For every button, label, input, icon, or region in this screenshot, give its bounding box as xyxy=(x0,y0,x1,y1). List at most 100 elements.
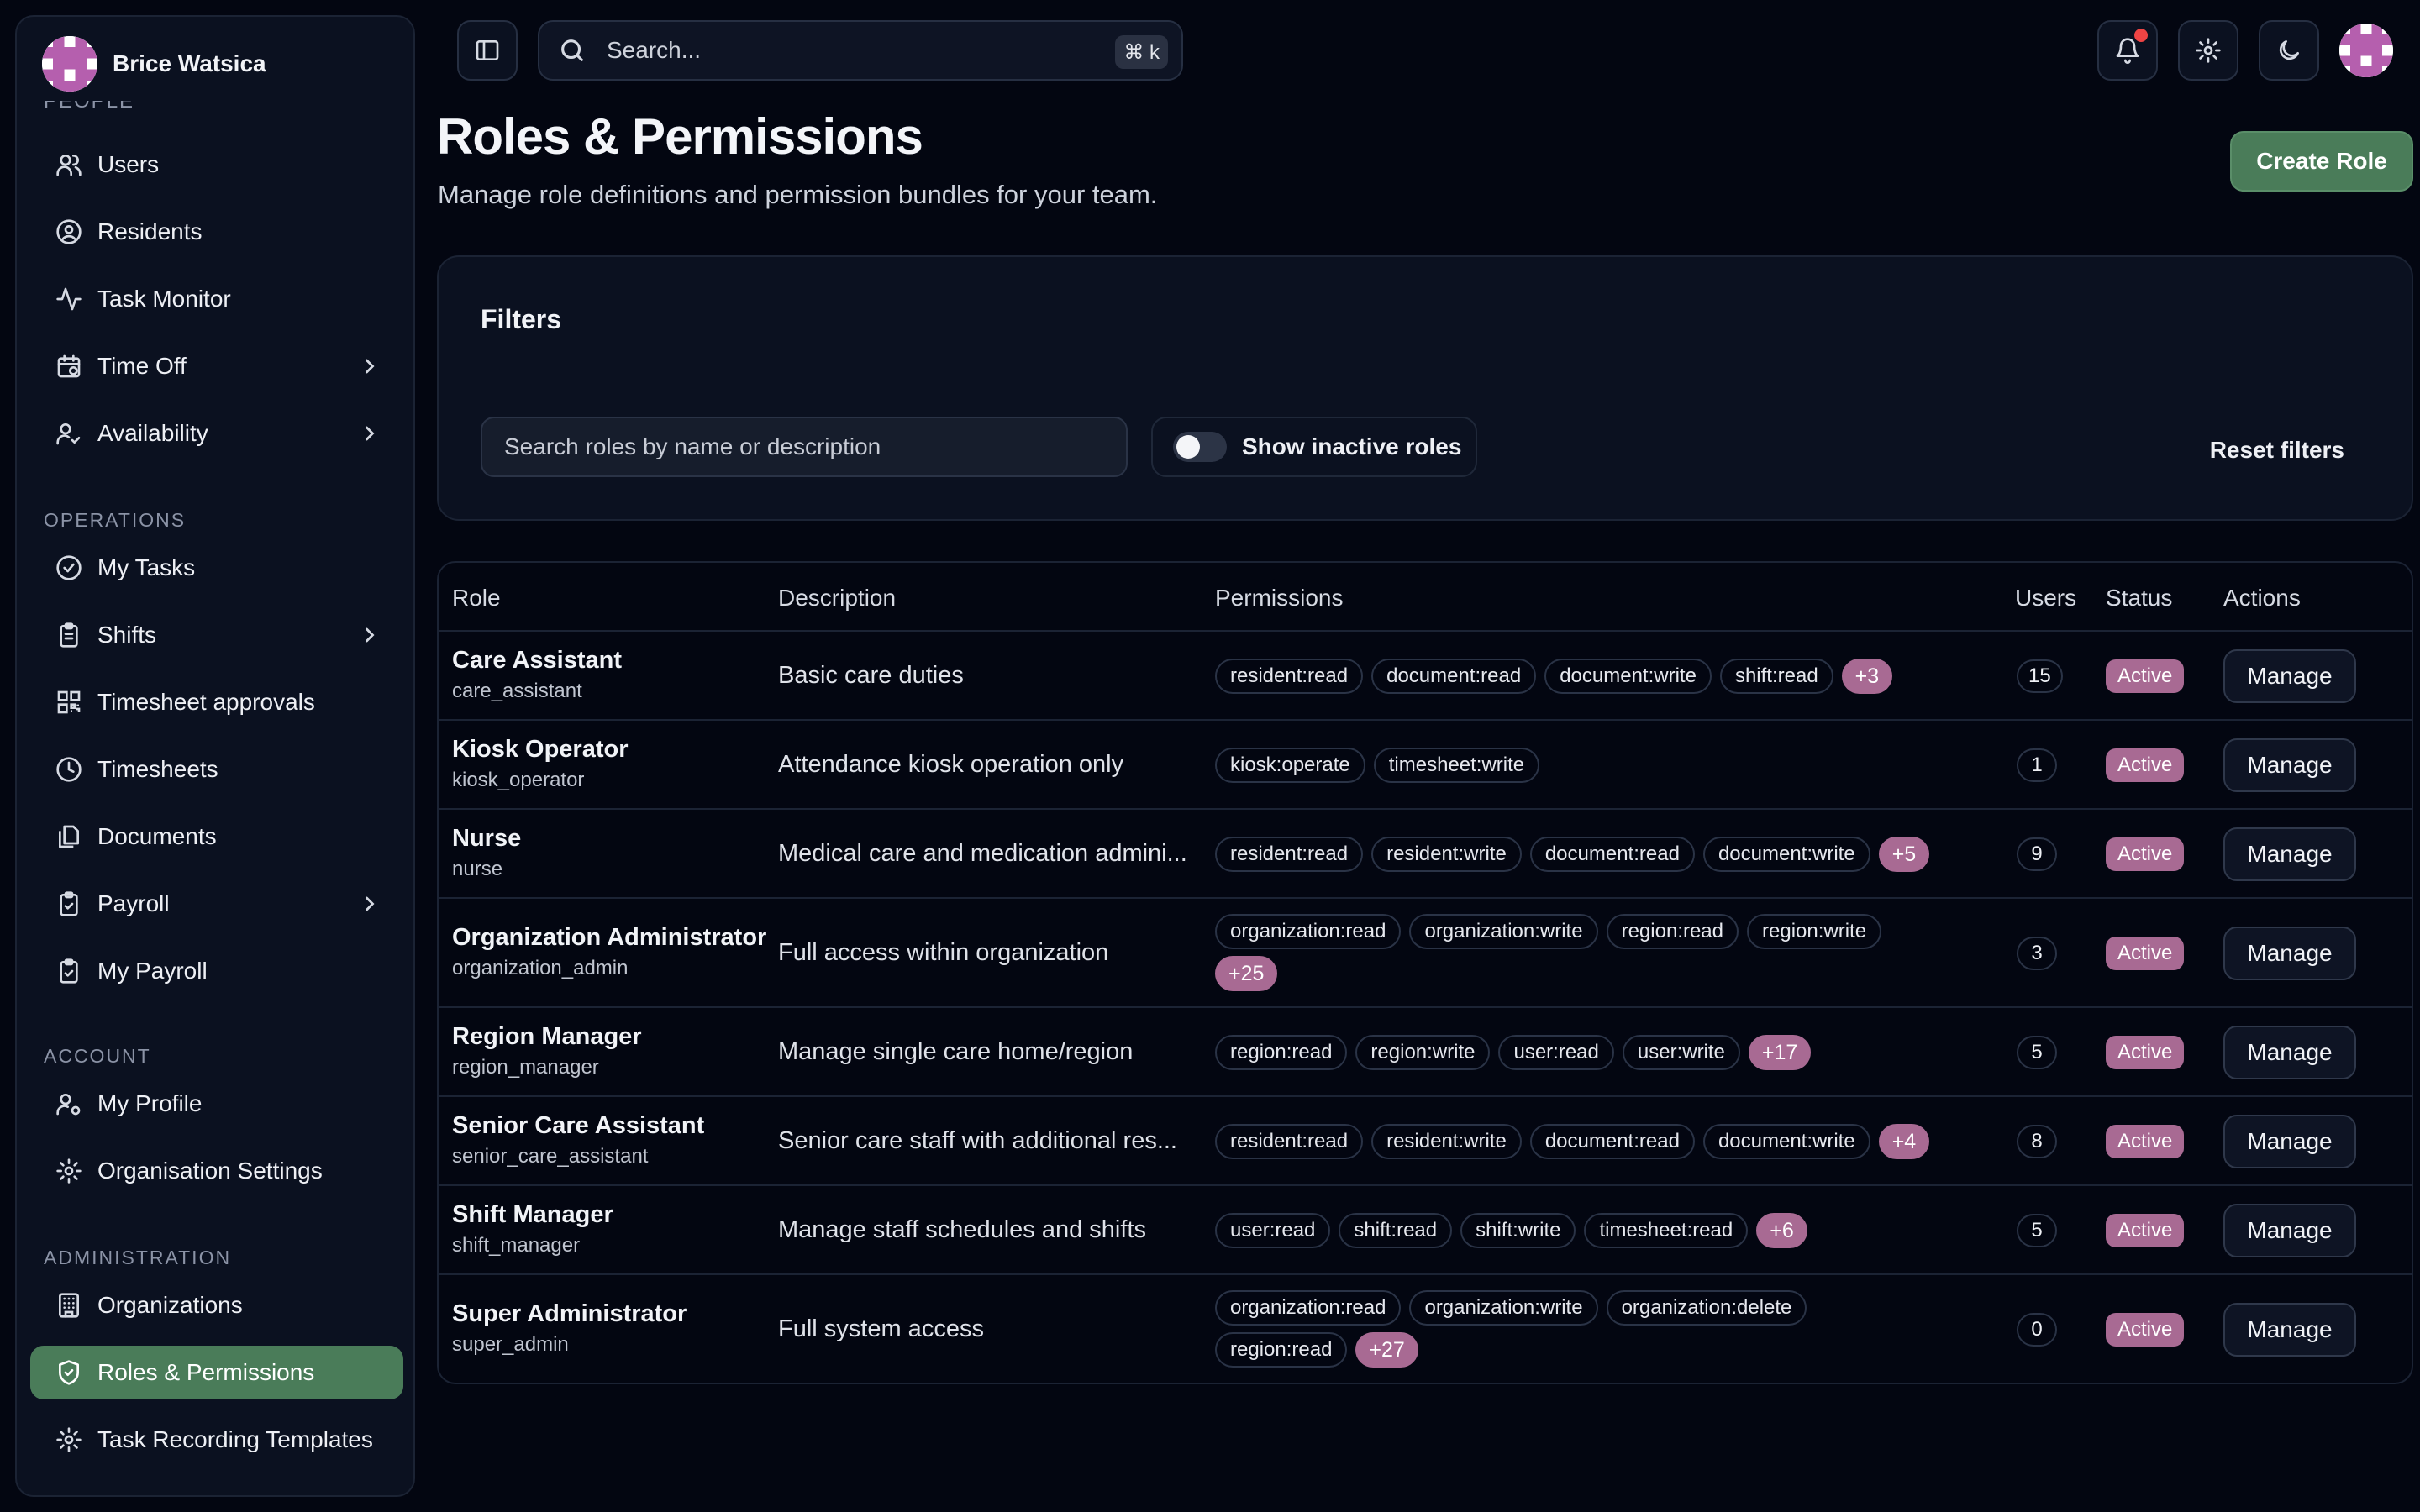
sidebar-item-label: My Tasks xyxy=(97,554,196,580)
settings-button[interactable] xyxy=(2178,20,2238,81)
manage-button[interactable]: Manage xyxy=(2223,927,2356,980)
sidebar-item-timesheet-approvals[interactable]: Timesheet approvals xyxy=(30,675,403,729)
role-name: Kiosk Operator xyxy=(452,736,629,763)
role-name: Care Assistant xyxy=(452,647,623,674)
column-header-role: Role xyxy=(452,585,501,611)
chevron-right-icon xyxy=(366,627,375,643)
role-key: super_admin xyxy=(452,1333,569,1356)
column-header-status: Status xyxy=(2106,585,2173,611)
sidebar-user[interactable]: Brice Watsica xyxy=(42,35,266,92)
table-row: Senior Care Assistant senior_care_assist… xyxy=(439,1097,2412,1186)
toggle-knob xyxy=(1176,435,1200,459)
table-row: Nurse nurse Medical care and medication … xyxy=(439,810,2412,899)
sidebar-item-residents[interactable]: Residents xyxy=(30,205,403,259)
table-row: Super Administrator super_admin Full sys… xyxy=(439,1275,2412,1383)
clipboard-check-icon xyxy=(60,891,78,916)
permission-chip: shift:read xyxy=(1719,659,1833,694)
role-name: Super Administrator xyxy=(452,1300,687,1327)
status-badge: Active xyxy=(2106,837,2185,871)
status-badge: Active xyxy=(2106,1214,2185,1247)
permission-chip: region:read xyxy=(1215,1035,1348,1070)
role-name: Nurse xyxy=(452,825,522,852)
permission-chip: resident:read xyxy=(1215,659,1364,694)
theme-toggle-button[interactable] xyxy=(2259,20,2319,81)
more-permissions-badge[interactable]: +3 xyxy=(1841,659,1893,694)
permission-chip: region:write xyxy=(1355,1035,1491,1070)
user-cog-icon xyxy=(56,1094,81,1116)
status-badge: Active xyxy=(2106,748,2185,782)
more-permissions-badge[interactable]: +4 xyxy=(1878,1124,1930,1159)
more-permissions-badge[interactable]: +25 xyxy=(1215,956,1278,991)
sidebar-item-label: Roles & Permissions xyxy=(97,1359,315,1385)
sidebar-item-label: Payroll xyxy=(97,890,170,916)
permission-list: kiosk:operate timesheet:write xyxy=(1215,748,1988,783)
sidebar-item-payroll[interactable]: Payroll xyxy=(30,877,403,931)
manage-button[interactable]: Manage xyxy=(2223,1303,2356,1357)
check-circle-icon xyxy=(56,555,82,580)
manage-button[interactable]: Manage xyxy=(2223,827,2356,881)
user-circle-icon xyxy=(56,219,82,244)
permission-chip: document:write xyxy=(1702,837,1870,872)
sidebar-item-documents[interactable]: Documents xyxy=(30,810,403,864)
notifications-button[interactable] xyxy=(2097,20,2158,81)
sidebar-item-organizations[interactable]: Organizations xyxy=(30,1278,403,1332)
sidebar-item-time-off[interactable]: Time Off xyxy=(30,339,403,393)
sidebar-item-organisation-settings[interactable]: Organisation Settings xyxy=(30,1144,403,1198)
more-permissions-badge[interactable]: +5 xyxy=(1878,837,1930,872)
sidebar-item-my-payroll[interactable]: My Payroll xyxy=(30,944,403,998)
show-inactive-toggle-container[interactable]: Show inactive roles xyxy=(1151,417,1477,477)
sidebar-item-shifts[interactable]: Shifts xyxy=(30,608,403,662)
manage-button[interactable]: Manage xyxy=(2223,1115,2356,1168)
permission-chip: organization:read xyxy=(1215,1290,1402,1326)
users-count-badge: 15 xyxy=(2017,659,2063,693)
sidebar-item-timesheets[interactable]: Timesheets xyxy=(30,743,403,796)
manage-button[interactable]: Manage xyxy=(2223,1204,2356,1257)
more-permissions-badge[interactable]: +6 xyxy=(1756,1213,1807,1248)
manage-button[interactable]: Manage xyxy=(2223,649,2356,703)
role-description: Manage single care home/region xyxy=(778,1038,1134,1065)
sidebar-item-users[interactable]: Users xyxy=(30,138,403,192)
account-avatar[interactable] xyxy=(2339,24,2393,77)
status-badge: Active xyxy=(2106,1313,2185,1347)
sidebar-item-label: My Profile xyxy=(97,1090,203,1116)
column-header-users: Users xyxy=(2015,585,2077,611)
filters-title: Filters xyxy=(481,304,562,334)
sidebar-item-label: Organizations xyxy=(97,1292,243,1318)
sidebar-item-label: Timesheet approvals xyxy=(97,689,315,715)
permission-chip: kiosk:operate xyxy=(1215,748,1365,783)
role-search-input[interactable] xyxy=(481,417,1128,477)
sidebar-toggle-button[interactable] xyxy=(457,20,518,81)
sidebar-item-label: Timesheets xyxy=(97,756,218,782)
show-inactive-toggle[interactable] xyxy=(1173,432,1227,462)
more-permissions-badge[interactable]: +27 xyxy=(1355,1332,1418,1368)
roles-table: Role Description Permissions Users Statu… xyxy=(437,561,2413,1384)
permission-list: organization:read organization:write org… xyxy=(1215,1290,1904,1368)
permission-chip: organization:write xyxy=(1409,914,1598,949)
sidebar-item-task-monitor[interactable]: Task Monitor xyxy=(30,272,403,326)
sidebar-item-label: Shifts xyxy=(97,622,157,648)
status-badge: Active xyxy=(2106,659,2185,693)
sidebar-item-roles-permissions[interactable]: Roles & Permissions xyxy=(30,1346,403,1399)
role-description: Attendance kiosk operation only xyxy=(778,751,1124,778)
sidebar-item-my-tasks[interactable]: My Tasks xyxy=(30,541,403,595)
chevron-right-icon xyxy=(366,426,375,441)
permission-list: user:read shift:read shift:write timeshe… xyxy=(1215,1213,1988,1248)
sidebar-heading-administration: ADMINISTRATION xyxy=(44,1247,232,1268)
more-permissions-badge[interactable]: +17 xyxy=(1748,1035,1812,1070)
sidebar-item-availability[interactable]: Availability xyxy=(30,407,403,460)
sidebar-item-task-recording-templates[interactable]: Task Recording Templates xyxy=(30,1413,403,1467)
reset-filters-button[interactable]: Reset filters xyxy=(2210,437,2344,464)
sidebar-item-my-profile[interactable]: My Profile xyxy=(30,1077,403,1131)
status-badge: Active xyxy=(2106,1125,2185,1158)
users-count-badge: 3 xyxy=(2017,937,2057,970)
create-role-button[interactable]: Create Role xyxy=(2230,131,2413,192)
manage-button[interactable]: Manage xyxy=(2223,738,2356,792)
gear-icon xyxy=(56,1427,82,1452)
manage-button[interactable]: Manage xyxy=(2223,1026,2356,1079)
users-count-badge: 5 xyxy=(2017,1214,2057,1247)
search-shortcut-badge: ⌘ k xyxy=(1115,35,1168,69)
role-key: region_manager xyxy=(452,1056,599,1079)
table-row: Organization Administrator organization_… xyxy=(439,899,2412,1008)
role-description: Full access within organization xyxy=(778,939,1109,966)
global-search[interactable]: Search... ⌘ k xyxy=(538,20,1183,81)
